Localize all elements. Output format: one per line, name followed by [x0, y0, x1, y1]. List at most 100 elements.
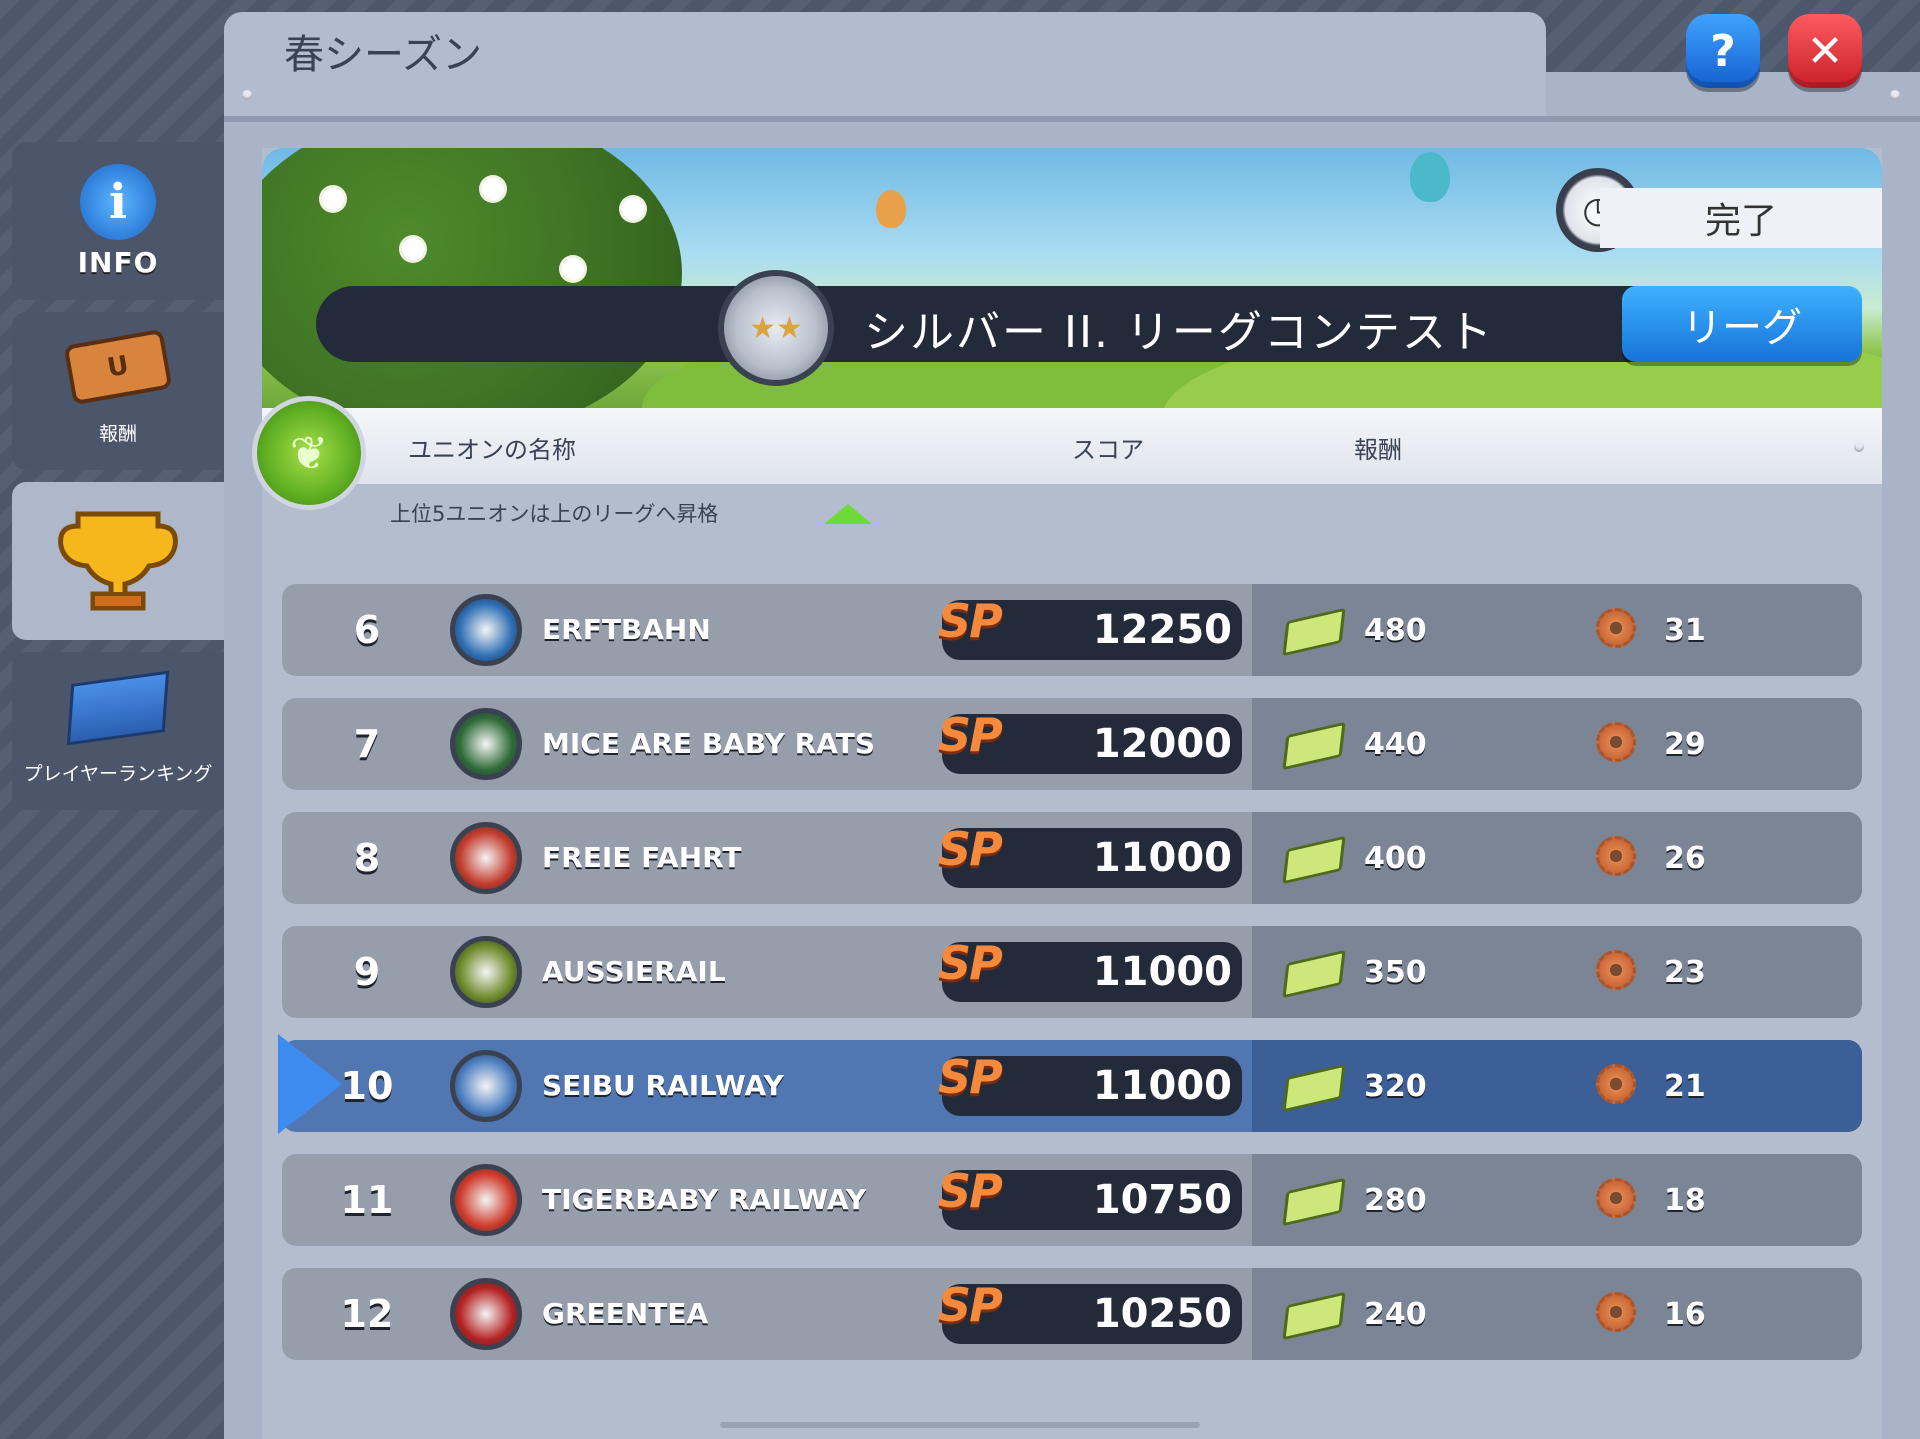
gear-icon: [1596, 836, 1636, 876]
balloon-decoration: [876, 190, 906, 228]
promotion-note: 上位5ユニオンは上のリーグへ昇格: [390, 502, 719, 526]
close-icon: ✕: [1806, 25, 1844, 77]
sidebar-tab-label: 報酬: [98, 422, 137, 445]
reward-cell: [1252, 812, 1862, 904]
union-emblem-icon: [450, 708, 522, 780]
table-row[interactable]: 8 FREIE FAHRT SP 11000 400 26: [282, 812, 1862, 904]
union-name: GREENTEA: [542, 1297, 709, 1330]
info-icon: i: [80, 163, 156, 240]
table-row[interactable]: 7 MICE ARE BABY RATS SP 12000 440 29: [282, 698, 1862, 790]
promotion-arrow-icon: [824, 504, 872, 524]
reward-cell: [1252, 1040, 1862, 1132]
reward-cell: [1252, 1154, 1862, 1246]
reward-cell: [1252, 1268, 1862, 1360]
table-row[interactable]: 12 GREENTEA SP 10250 240 16: [282, 1268, 1862, 1360]
panel-divider: [224, 116, 1920, 122]
help-button[interactable]: ?: [1686, 14, 1760, 88]
stars-icon: ★★: [749, 310, 803, 346]
table-row[interactable]: 10 SEIBU RAILWAY SP 11000 320 21: [282, 1040, 1862, 1132]
union-name: MICE ARE BABY RATS: [542, 727, 875, 760]
union-name: SEIBU RAILWAY: [542, 1069, 784, 1102]
current-union-marker-icon: [278, 1034, 342, 1134]
column-score: スコア: [1072, 436, 1144, 464]
reward-cell: [1252, 584, 1862, 676]
blossom-decoration: [562, 258, 584, 280]
sidebar-tab-league[interactable]: [12, 482, 224, 640]
silver-league-badge: ★★: [718, 270, 834, 386]
union-emblem-icon: [450, 936, 522, 1008]
rivet: [242, 90, 252, 100]
sidebar-tab-rewards[interactable]: U 報酬: [12, 312, 224, 470]
gear-reward: 16: [1664, 1296, 1706, 1332]
rank-number: 12: [340, 1292, 394, 1336]
contest-banner: [262, 148, 1882, 408]
leaf-league-icon: ❦: [252, 396, 366, 510]
union-emblem-icon: [450, 594, 522, 666]
sp-icon: SP: [938, 936, 1003, 990]
cash-reward: 350: [1364, 954, 1427, 990]
gear-icon: [1596, 608, 1636, 648]
blossom-decoration: [482, 178, 504, 200]
gear-icon: [1596, 722, 1636, 762]
union-name: TIGERBABY RAILWAY: [542, 1183, 867, 1216]
gear-reward: 29: [1664, 726, 1706, 762]
table-row[interactable]: 9 AUSSIERAIL SP 11000 350 23: [282, 926, 1862, 1018]
table-row[interactable]: 11 TIGERBABY RAILWAY SP 10750 280 18: [282, 1154, 1862, 1246]
score-value: 11000: [1092, 1063, 1232, 1109]
score-value: 12250: [1092, 607, 1232, 653]
reward-cell: [1252, 698, 1862, 790]
scroll-indicator[interactable]: [720, 1422, 1200, 1428]
sidebar-tab-player-ranking[interactable]: プレイヤーランキング: [12, 652, 224, 810]
balloon-decoration: [1410, 152, 1450, 202]
gear-icon: [1596, 950, 1636, 990]
sp-icon: SP: [938, 708, 1003, 762]
banner-tree: [262, 148, 682, 408]
status-label: 完了: [1600, 188, 1882, 248]
union-name: FREIE FAHRT: [542, 841, 742, 874]
blossom-decoration: [322, 188, 344, 210]
column-header: ユニオンの名称 スコア 報酬: [262, 408, 1882, 484]
reward-cell: [1252, 926, 1862, 1018]
ranking-board-icon: [66, 670, 170, 745]
union-emblem-icon: [450, 1164, 522, 1236]
cash-reward: 280: [1364, 1182, 1427, 1218]
sp-icon: SP: [938, 1164, 1003, 1218]
sp-icon: SP: [938, 1278, 1003, 1332]
contest-title: シルバー II. リーグコンテスト: [864, 307, 1494, 358]
cash-reward: 240: [1364, 1296, 1427, 1332]
question-icon: ?: [1710, 25, 1736, 77]
gear-reward: 21: [1664, 1068, 1706, 1104]
rank-number: 6: [353, 608, 381, 652]
gear-icon: [1596, 1292, 1636, 1332]
gear-icon: [1596, 1178, 1636, 1218]
trophy-icon: [58, 511, 178, 611]
rank-number: 9: [353, 950, 381, 994]
blossom-decoration: [402, 238, 424, 260]
gear-reward: 26: [1664, 840, 1706, 876]
sidebar-tab-label: INFO: [77, 245, 159, 279]
column-reward: 報酬: [1354, 436, 1402, 464]
union-emblem-icon: [450, 1278, 522, 1350]
close-button[interactable]: ✕: [1788, 14, 1862, 88]
rank-number: 8: [353, 836, 381, 880]
gear-reward: 23: [1664, 954, 1706, 990]
sidebar-tab-info[interactable]: i INFO: [12, 142, 224, 300]
league-button[interactable]: リーグ: [1622, 286, 1862, 362]
blossom-decoration: [622, 198, 644, 220]
ticket-icon: U: [63, 328, 173, 405]
rank-number: 11: [340, 1178, 394, 1222]
sp-icon: SP: [938, 1050, 1003, 1104]
window-title: 春シーズン: [284, 32, 482, 78]
union-emblem-icon: [450, 1050, 522, 1122]
union-emblem-icon: [450, 822, 522, 894]
sp-icon: SP: [938, 822, 1003, 876]
cash-reward: 480: [1364, 612, 1427, 648]
sidebar-tab-label: プレイヤーランキング: [23, 762, 213, 785]
title-tab: 春シーズン: [224, 12, 1546, 120]
table-row[interactable]: 6 ERFTBAHN SP 12250 480 31: [282, 584, 1862, 676]
cash-reward: 400: [1364, 840, 1427, 876]
rivet: [1890, 90, 1900, 100]
union-name: AUSSIERAIL: [542, 955, 726, 988]
score-value: 11000: [1092, 949, 1232, 995]
gear-reward: 31: [1664, 612, 1706, 648]
